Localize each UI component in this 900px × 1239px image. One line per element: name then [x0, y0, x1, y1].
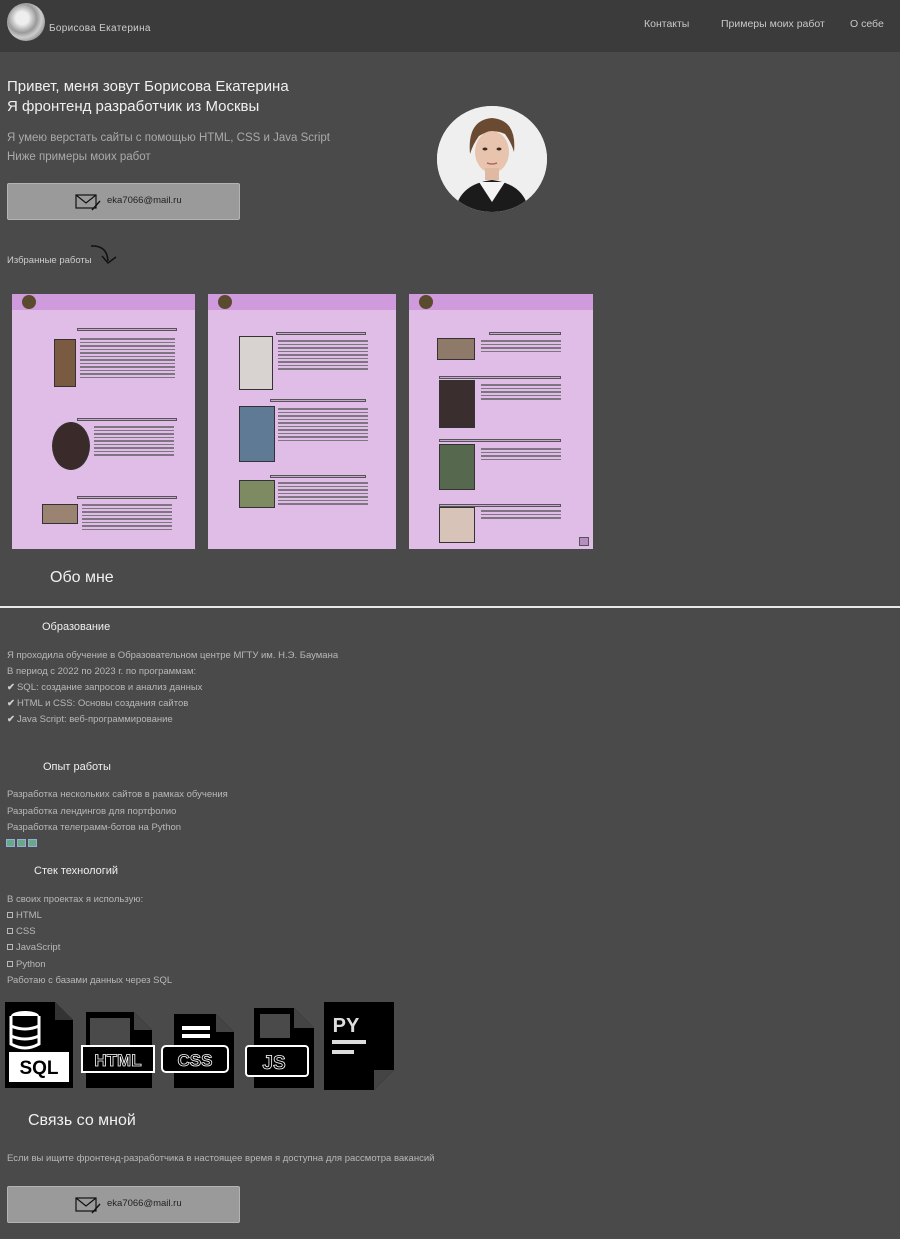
education-program: ✔ SQL: создание запросов и анализ данных: [7, 682, 202, 693]
about-title: Обо мне: [50, 569, 114, 586]
education-line: В период с 2022 по 2023 г. по программам…: [7, 666, 197, 677]
scroll-top-icon[interactable]: [579, 537, 589, 546]
email-text: eka7066@mail.ru: [107, 1198, 182, 1209]
bullet-square-icon: [7, 944, 13, 951]
nav-works[interactable]: Примеры моих работ: [721, 18, 825, 30]
experience-item: Разработка телеграмм-ботов на Python: [7, 822, 182, 833]
email-button[interactable]: eka7066@mail.ru: [7, 183, 240, 220]
section-divider: [0, 606, 900, 608]
hero-title-line1: Привет, меня зовут Борисова Екатерина: [7, 78, 289, 95]
stack-item: Python: [7, 959, 46, 970]
html-file-icon: HTML: [81, 1012, 155, 1088]
hero-intro: Я умею верстать сайты с помощью HTML, CS…: [7, 129, 330, 167]
hero-intro-line1: Я умею верстать сайты с помощью HTML, CS…: [7, 132, 330, 144]
python-file-icon: PY: [324, 1002, 394, 1090]
css-file-icon: CSS: [161, 1014, 234, 1088]
nav-about[interactable]: О себе: [850, 18, 884, 30]
email-text: eka7066@mail.ru: [107, 195, 182, 206]
contact-email-button[interactable]: eka7066@mail.ru: [7, 1186, 240, 1223]
check-icon: ✔: [7, 698, 15, 709]
html-icon-label: HTML: [94, 1051, 141, 1070]
python-icon-label: PY: [333, 1015, 360, 1037]
stack-item: HTML: [7, 910, 42, 921]
program-label: Java Script: веб-программирование: [16, 714, 173, 725]
work-preview-2[interactable]: [208, 294, 396, 549]
hero-intro-line2: Ниже примеры моих работ: [7, 151, 151, 163]
bullet-square-icon: [7, 912, 13, 919]
check-icon: ✔: [7, 682, 15, 693]
experience-item: Разработка лендингов для портфолио: [7, 806, 177, 817]
logo[interactable]: [7, 3, 45, 41]
hero-title: Привет, меня зовут Борисова Екатерина Я …: [7, 77, 289, 117]
experience-item: Разработка нескольких сайтов в рамках об…: [7, 789, 228, 800]
education-line: Я проходила обучение в Образовательном ц…: [7, 650, 339, 661]
stack-item-label: CSS: [16, 926, 36, 937]
stack-title: Стек технологий: [34, 865, 119, 877]
broken-image-icon: [6, 839, 15, 847]
education-program: ✔ Java Script: веб-программирование: [7, 714, 173, 725]
sql-file-icon: SQL: [5, 1002, 73, 1088]
broken-image-icon: [17, 839, 26, 847]
experience-title: Опыт работы: [43, 761, 111, 773]
stack-outro: Работаю с базами данных через SQL: [7, 975, 173, 986]
broken-image-icon: [28, 839, 37, 847]
avatar: [437, 106, 547, 212]
mail-icon: [75, 194, 101, 211]
hero-title-line2: Я фронтенд разработчик из Москвы: [7, 98, 260, 115]
stack-item: JavaScript: [7, 942, 60, 953]
js-file-icon: JS: [245, 1008, 314, 1088]
work-preview-1[interactable]: [12, 294, 195, 549]
js-icon-label: JS: [262, 1053, 285, 1074]
sql-icon-label: SQL: [19, 1058, 58, 1079]
stack-item: CSS: [7, 926, 36, 937]
work-preview-3[interactable]: [409, 294, 593, 549]
stack-item-label: JavaScript: [16, 942, 61, 953]
program-label: HTML и CSS: Основы создания сайтов: [16, 698, 189, 709]
featured-works-label: Избранные работы: [7, 255, 92, 266]
stack-item-label: HTML: [16, 910, 42, 921]
check-icon: ✔: [7, 714, 15, 725]
stack-item-label: Python: [16, 959, 46, 970]
education-title: Образование: [42, 621, 111, 633]
stack-intro: В своих проектах я использую:: [7, 894, 144, 905]
arrow-down-right-icon: [90, 245, 117, 265]
css-icon-label: CSS: [178, 1051, 213, 1070]
bullet-square-icon: [7, 961, 13, 968]
contact-text: Если вы ищите фронтенд-разработчика в на…: [7, 1153, 435, 1164]
contact-title: Связь со мной: [28, 1112, 136, 1129]
nav-contacts[interactable]: Контакты: [644, 18, 689, 30]
mail-icon: [75, 1197, 101, 1214]
bullet-square-icon: [7, 928, 13, 935]
program-label: SQL: создание запросов и анализ данных: [16, 682, 203, 693]
brand-name: Борисова Екатерина: [49, 23, 151, 34]
site-header: Борисова Екатерина Контакты Примеры моих…: [0, 0, 900, 52]
education-program: ✔ HTML и CSS: Основы создания сайтов: [7, 698, 188, 709]
